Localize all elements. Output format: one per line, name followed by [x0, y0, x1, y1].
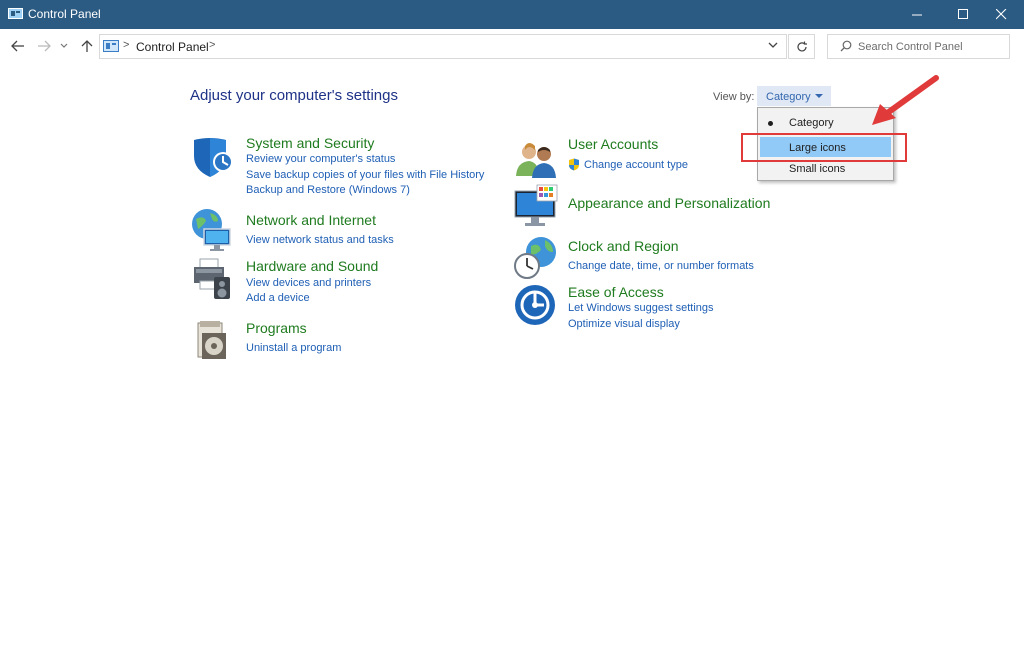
refresh-icon: [796, 41, 807, 51]
breadcrumb-control-panel[interactable]: Control Panel: [136, 40, 209, 54]
monitor-palette-icon: [514, 184, 558, 226]
caret-down-icon: [815, 94, 823, 98]
recent-locations-button[interactable]: [58, 37, 70, 55]
window-title: Control Panel: [28, 7, 101, 21]
category-title[interactable]: Ease of Access: [568, 284, 664, 300]
control-panel-icon: [8, 8, 23, 19]
programs-disc-icon: [197, 321, 226, 359]
minimize-button[interactable]: [894, 0, 940, 29]
menu-item-label: Small icons: [789, 163, 846, 175]
link-network-status[interactable]: View network status and tasks: [246, 234, 394, 246]
link-devices-printers[interactable]: View devices and printers: [246, 277, 371, 289]
clock-globe-icon: [514, 237, 556, 279]
maximize-icon: [957, 9, 968, 19]
search-box[interactable]: [827, 34, 1010, 59]
view-by-value: Category: [766, 91, 811, 103]
up-button[interactable]: [78, 37, 96, 55]
link-change-account-type[interactable]: Change account type: [584, 159, 688, 171]
category-title[interactable]: Programs: [246, 320, 307, 336]
link-uninstall-program[interactable]: Uninstall a program: [246, 342, 341, 354]
page-title: Adjust your computer's settings: [190, 87, 398, 104]
view-by-dropdown[interactable]: Category: [757, 86, 831, 106]
category-title[interactable]: Hardware and Sound: [246, 258, 378, 274]
uac-shield-icon: [569, 158, 579, 171]
category-title[interactable]: Network and Internet: [246, 212, 376, 228]
control-panel-icon: [103, 40, 119, 52]
close-button[interactable]: [978, 0, 1024, 29]
link-backup-restore[interactable]: Backup and Restore (Windows 7): [246, 184, 410, 196]
forward-arrow-icon: [38, 40, 51, 52]
breadcrumb-separator: >: [123, 39, 130, 51]
chevron-down-icon: [60, 43, 68, 48]
close-icon: [995, 9, 1006, 20]
minimize-icon: [911, 14, 922, 16]
back-button[interactable]: [9, 37, 27, 55]
view-by-label: View by:: [713, 91, 755, 103]
link-date-time-formats[interactable]: Change date, time, or number formats: [568, 260, 754, 272]
shield-icon: [194, 138, 233, 177]
menu-item-label: Category: [789, 117, 834, 129]
link-add-device[interactable]: Add a device: [246, 292, 310, 304]
address-bar[interactable]: > Control Panel >: [99, 34, 787, 59]
up-arrow-icon: [81, 40, 93, 52]
category-title[interactable]: Clock and Region: [568, 238, 679, 254]
users-icon: [516, 143, 556, 178]
forward-button[interactable]: [35, 37, 53, 55]
title-bar: Control Panel: [0, 0, 1024, 29]
chevron-down-icon[interactable]: [768, 42, 778, 49]
globe-network-icon: [192, 209, 231, 251]
link-review-status[interactable]: Review your computer's status: [246, 153, 395, 165]
printer-speaker-icon: [194, 258, 230, 299]
search-input[interactable]: [858, 38, 1006, 56]
red-arrow-icon: [872, 75, 939, 125]
ease-of-access-icon: [515, 285, 555, 325]
highlight-box: [741, 133, 907, 162]
link-windows-suggest-settings[interactable]: Let Windows suggest settings: [568, 302, 714, 314]
back-arrow-icon: [11, 40, 24, 52]
category-title[interactable]: System and Security: [246, 135, 374, 151]
refresh-button[interactable]: [788, 34, 815, 59]
breadcrumb-separator[interactable]: >: [209, 39, 215, 51]
link-file-history[interactable]: Save backup copies of your files with Fi…: [246, 169, 484, 181]
search-icon: [840, 40, 852, 52]
category-title[interactable]: Appearance and Personalization: [568, 195, 770, 211]
category-title[interactable]: User Accounts: [568, 136, 658, 152]
link-optimize-visual-display[interactable]: Optimize visual display: [568, 318, 680, 330]
selected-bullet-icon: [768, 121, 773, 126]
navigation-bar: > Control Panel >: [0, 29, 1024, 65]
